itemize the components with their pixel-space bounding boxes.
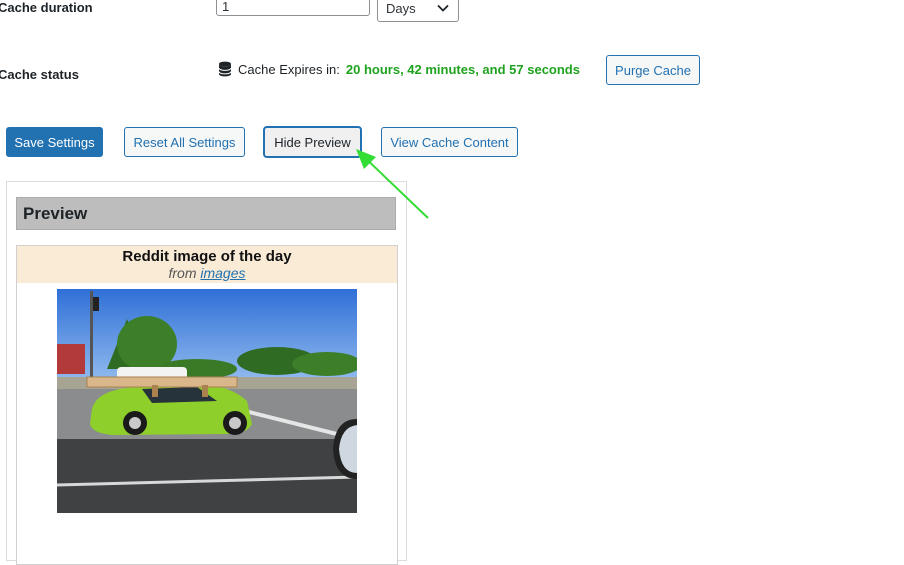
- reddit-photo: [57, 289, 357, 513]
- save-settings-button[interactable]: Save Settings: [6, 127, 103, 157]
- chevron-down-icon: [437, 4, 449, 12]
- subreddit-link[interactable]: images: [200, 265, 245, 281]
- cache-duration-label: Cache duration: [0, 0, 93, 15]
- cache-expires-value: 20 hours, 42 minutes, and 57 seconds: [345, 61, 580, 77]
- cache-duration-input[interactable]: 1: [216, 0, 370, 16]
- annotation-arrow: [356, 149, 429, 219]
- database-icon: [218, 61, 232, 77]
- purge-cache-button[interactable]: Purge Cache: [606, 55, 700, 85]
- reset-all-settings-button[interactable]: Reset All Settings: [124, 127, 245, 157]
- card-title: Reddit image of the day: [122, 248, 292, 265]
- cache-duration-unit-select[interactable]: Days: [377, 0, 459, 22]
- cache-expires-prefix: Cache Expires in:: [238, 61, 340, 77]
- cache-duration-unit-value: Days: [386, 0, 416, 16]
- card-source: from images: [17, 265, 397, 281]
- preview-heading: Preview: [16, 197, 396, 230]
- card-header: Reddit image of the day from images: [17, 246, 397, 283]
- cache-status-line: Cache Expires in: 20 hours, 42 minutes, …: [218, 61, 580, 77]
- card-source-prefix: from: [168, 265, 197, 281]
- cache-status-label: Cache status: [0, 67, 79, 82]
- hide-preview-button[interactable]: Hide Preview: [264, 127, 361, 157]
